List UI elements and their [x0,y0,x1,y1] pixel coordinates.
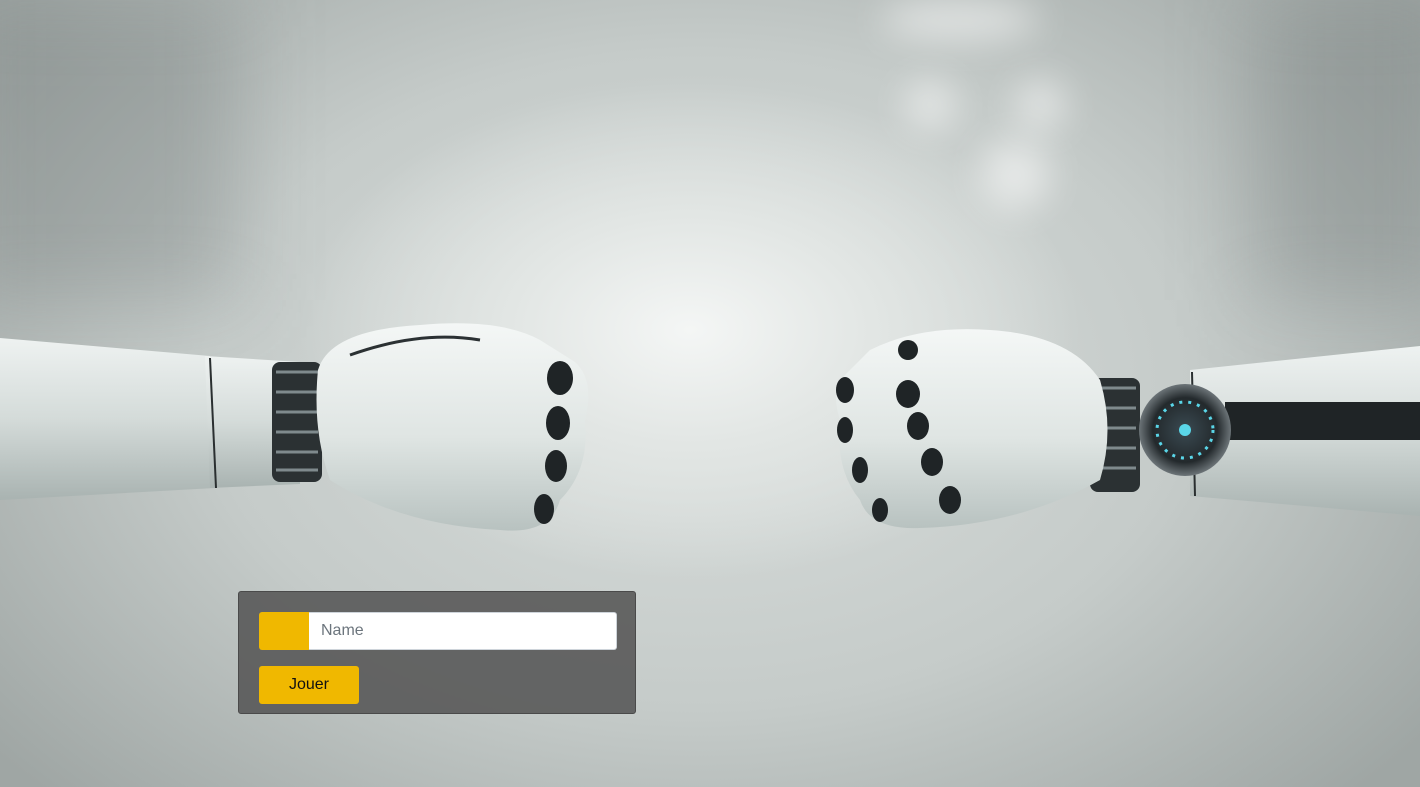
background-scene [0,0,1420,787]
login-panel: Jouer [238,591,636,714]
play-button[interactable]: Jouer [259,666,359,704]
left-robot-arm [0,323,589,531]
input-prefix-addon [259,612,309,650]
right-robot-arm [836,329,1420,529]
robot-arms-illustration [0,323,1420,531]
name-input[interactable] [309,612,617,650]
name-input-group [259,612,617,650]
